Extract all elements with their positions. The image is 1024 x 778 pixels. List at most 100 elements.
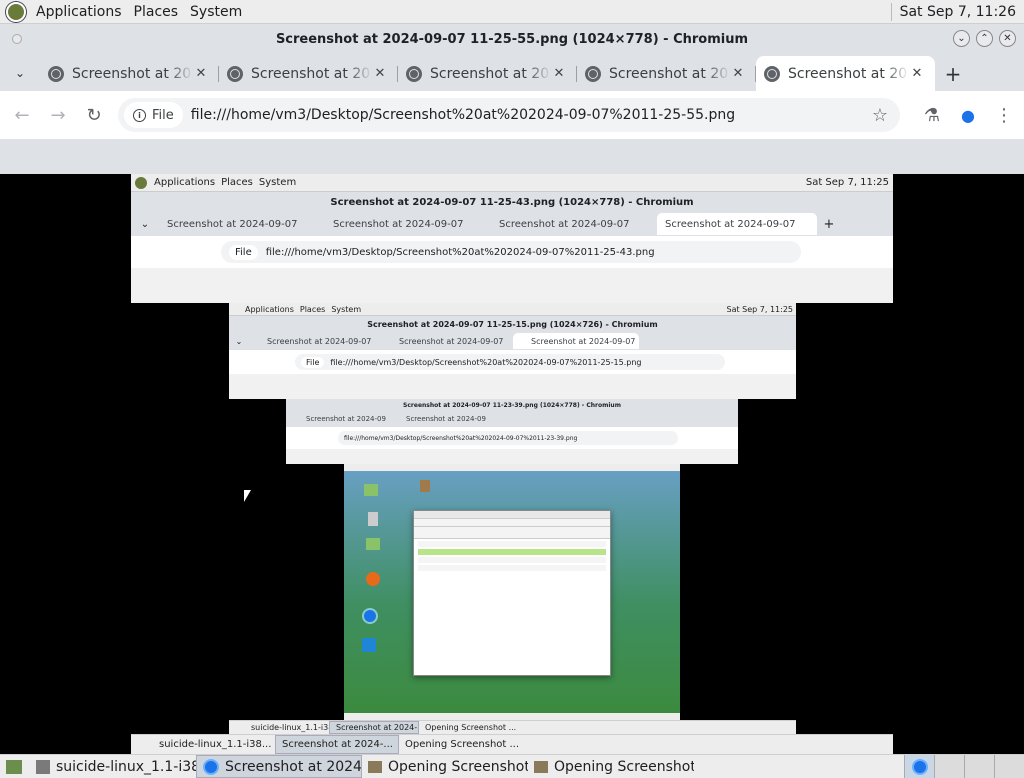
minimize-button[interactable]: ⌄ xyxy=(953,30,970,47)
taskbar-item-opening-2[interactable]: Opening Screenshot ... xyxy=(528,755,694,778)
tab[interactable]: Screenshot at 2024-09-07 11-25-55.png✕ xyxy=(40,56,219,91)
distro-logo-icon[interactable] xyxy=(6,1,26,22)
back-button[interactable]: ← xyxy=(4,97,40,133)
show-desktop-icon xyxy=(6,759,22,774)
site-info-chip[interactable]: i File xyxy=(124,102,183,128)
arrow-left-icon: ← xyxy=(14,104,30,126)
nested-address-bar: file:///home/vm3/Desktop/Screenshot%20at… xyxy=(338,431,678,445)
new-tab-button[interactable]: + xyxy=(935,56,971,91)
kebab-menu-icon: ⋮ xyxy=(995,104,1013,126)
nested-taskbar-item-active: Screenshot at 2024-... xyxy=(275,735,399,754)
nested-taskbar-item: Opening Screenshot ... xyxy=(405,739,520,750)
menu-button[interactable]: ⋮ xyxy=(986,97,1022,133)
desktop-icon xyxy=(420,480,430,492)
workspace-3[interactable] xyxy=(964,755,994,778)
workspace-switcher xyxy=(904,755,1024,778)
tab-search-button[interactable]: ⌄ xyxy=(0,54,40,91)
workspace-1[interactable] xyxy=(904,755,934,778)
tab-favicon-icon xyxy=(585,65,601,82)
tab-label: Screenshot at 2024-09-07 11-25-55.png xyxy=(788,65,909,82)
nested-tab: Screenshot at 2024-09-07 xyxy=(406,415,486,423)
window-menu-icon[interactable] xyxy=(12,34,22,44)
nested-desktop xyxy=(344,464,680,720)
reload-button[interactable]: ↻ xyxy=(76,97,112,133)
show-desktop-button[interactable] xyxy=(0,755,30,778)
nested-tab-strip: ⌄ Screenshot at 2024-09-07 Screenshot at… xyxy=(229,332,796,350)
panel-separator xyxy=(890,2,892,21)
plus-icon: + xyxy=(823,216,835,232)
fm-row xyxy=(418,557,606,563)
nested-tab: Screenshot at 2024-09-07 xyxy=(306,415,386,423)
info-icon: i xyxy=(133,108,146,122)
nested-menu-item: System xyxy=(331,304,362,314)
maximize-button[interactable]: ⌃ xyxy=(976,30,993,47)
bookmark-star-icon[interactable]: ☆ xyxy=(872,105,888,126)
tab-label: Screenshot at 2024-09-07 11-25-55.png xyxy=(609,65,730,82)
vscode-icon xyxy=(362,638,376,652)
chevron-down-icon: ⌄ xyxy=(235,336,243,346)
tab[interactable]: Screenshot at 2024-09-07 11-25-55.png✕ xyxy=(398,56,577,91)
close-button[interactable]: ✕ xyxy=(999,30,1016,47)
nested-tab-strip: Screenshot at 2024-09-07 Screenshot at 2… xyxy=(286,411,738,427)
profile-button[interactable]: ● xyxy=(950,97,986,133)
forward-button[interactable]: → xyxy=(40,97,76,133)
nested-site-chip: File xyxy=(229,244,258,260)
tab-favicon-icon xyxy=(48,65,64,82)
window-title: Screenshot at 2024-09-07 11-25-55.png (1… xyxy=(275,31,749,47)
plus-icon: + xyxy=(944,61,962,86)
nested-taskbar-2: suicide-linux_1.1-i38... Screenshot at 2… xyxy=(229,720,796,734)
nested-screenshot-2: Applications Places System Sat Sep 7, 11… xyxy=(229,303,796,399)
nested-tab-active: Screenshot at 2024-09-07 xyxy=(513,333,639,349)
tab-close-icon[interactable]: ✕ xyxy=(551,66,567,81)
taskbar-item-package[interactable]: suicide-linux_1.1-i38... xyxy=(30,755,196,778)
menu-system[interactable]: System xyxy=(184,4,248,20)
nested-title: Screenshot at 2024-09-07 11-25-15.png (1… xyxy=(229,316,796,332)
nested-url: file:///home/vm3/Desktop/Screenshot%20at… xyxy=(344,434,578,442)
workspace-2[interactable] xyxy=(934,755,964,778)
dialog-icon xyxy=(368,760,382,773)
taskbar-item-label: Opening Screenshot... xyxy=(388,758,528,775)
address-bar[interactable]: i File file:///home/vm3/Desktop/Screensho… xyxy=(118,98,900,132)
tab-close-icon[interactable]: ✕ xyxy=(909,66,925,81)
url-text[interactable]: file:///home/vm3/Desktop/Screenshot%20at… xyxy=(191,107,872,123)
nested-tab: Screenshot at 2024-09-07 xyxy=(167,218,298,230)
desktop-icon xyxy=(364,484,378,496)
image-viewport[interactable]: Applications Places System Sat Sep 7, 11… xyxy=(0,174,1024,754)
panel-clock[interactable]: Sat Sep 7, 11:26 xyxy=(900,4,1024,20)
menu-applications[interactable]: Applications xyxy=(30,4,128,20)
tab[interactable]: Screenshot at 2024-09-07 11-25-55.png✕ xyxy=(219,56,398,91)
fm-toolbar xyxy=(414,519,610,527)
browser-toolbar: ← → ↻ i File file:///home/vm3/Desktop/Scr… xyxy=(0,91,1024,139)
nested-tab-strip: ⌄ Screenshot at 2024-09-07 Screenshot at… xyxy=(131,212,893,236)
nested-taskbar-item: Opening Screenshot ... xyxy=(425,723,517,732)
nested-menu-item: Places xyxy=(221,177,253,188)
chromium-icon xyxy=(362,608,378,624)
nested-top-panel: Applications Places System Sat Sep 7, 11… xyxy=(229,303,796,316)
taskbar-item-chromium[interactable]: Screenshot at 2024-... xyxy=(196,755,362,778)
workspace-4[interactable] xyxy=(994,755,1024,778)
mouse-cursor-icon xyxy=(244,490,251,502)
menu-places[interactable]: Places xyxy=(128,4,185,20)
nested-menu-item: Applications xyxy=(245,304,294,314)
tab-favicon-icon xyxy=(764,65,780,82)
nested-url: file:///home/vm3/Desktop/Screenshot%20at… xyxy=(330,357,642,367)
nested-tab: Screenshot at 2024-09-07 xyxy=(267,336,372,346)
window-titlebar[interactable]: Screenshot at 2024-09-07 11-25-55.png (1… xyxy=(0,24,1024,54)
reload-icon: ↻ xyxy=(86,104,102,126)
nested-menu-item: Applications xyxy=(154,177,216,188)
nested-taskbar-item: suicide-linux_1.1-i38... xyxy=(159,739,272,750)
tab-close-icon[interactable]: ✕ xyxy=(730,66,746,81)
labs-button[interactable]: ⚗ xyxy=(914,97,950,133)
nested-title: Screenshot at 2024-09-07 11-25-43.png (1… xyxy=(131,192,893,212)
nested-menu-item: System xyxy=(258,177,297,188)
toolbar-right: ⚗ ● ⋮ xyxy=(914,97,1022,133)
taskbar-item-label: Screenshot at 2024-... xyxy=(225,758,362,775)
tab-active[interactable]: Screenshot at 2024-09-07 11-25-55.png✕ xyxy=(756,56,935,91)
site-info-label: File xyxy=(152,107,174,123)
fm-title xyxy=(414,511,610,519)
taskbar-item-opening-1[interactable]: Opening Screenshot... xyxy=(362,755,528,778)
tab[interactable]: Screenshot at 2024-09-07 11-25-55.png✕ xyxy=(577,56,756,91)
dialog-icon xyxy=(534,760,548,773)
tab-close-icon[interactable]: ✕ xyxy=(193,66,209,81)
tab-close-icon[interactable]: ✕ xyxy=(372,66,388,81)
